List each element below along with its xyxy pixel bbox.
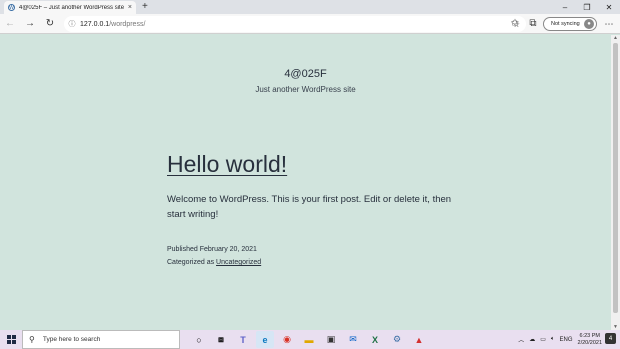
mail-icon[interactable]: ✉ bbox=[344, 331, 362, 348]
address-bar[interactable]: ⓘ 127.0.0.1/wordpress/ ☆ bbox=[64, 16, 526, 32]
profile-sync-button[interactable]: Not syncing ● bbox=[543, 17, 597, 31]
close-window-button[interactable]: ✕ bbox=[598, 0, 620, 14]
back-button[interactable]: ← bbox=[0, 14, 20, 34]
language-indicator[interactable]: ENG bbox=[560, 337, 573, 343]
wordpress-favicon-icon: W bbox=[8, 4, 15, 11]
tab-strip: W 4@025F – Just another WordPress site ×… bbox=[0, 0, 620, 14]
excel-icon[interactable]: X bbox=[366, 331, 384, 348]
post-title-link[interactable]: Hello world! bbox=[167, 151, 287, 178]
clock-time: 6:23 PM bbox=[579, 332, 600, 339]
post-body: Welcome to WordPress. This is your first… bbox=[167, 194, 452, 220]
teams-icon[interactable]: T bbox=[234, 331, 252, 348]
scroll-up-icon[interactable]: ▲ bbox=[611, 35, 620, 41]
edge-icon[interactable]: e bbox=[256, 331, 274, 348]
clock[interactable]: 6:23 PM 2/20/2021 bbox=[578, 333, 602, 347]
new-tab-button[interactable]: + bbox=[142, 1, 148, 14]
refresh-button[interactable]: ↻ bbox=[40, 14, 60, 34]
file-explorer-icon[interactable]: ▬ bbox=[300, 331, 318, 348]
taskbar-pinned-apps: ○ ⧈ T e ◉ ▬ ▣ ✉ X ⚙ ▲ bbox=[190, 331, 428, 348]
category-link[interactable]: Uncategorized bbox=[216, 259, 261, 266]
forward-button[interactable]: → bbox=[20, 14, 40, 34]
tab-close-button[interactable]: × bbox=[128, 4, 132, 11]
browser-toolbar: ← → ↻ ⓘ 127.0.0.1/wordpress/ ☆ ✩ ⧉ Not s… bbox=[0, 14, 620, 34]
page-scrollbar[interactable]: ▲ ▼ bbox=[611, 35, 620, 330]
chrome-icon[interactable]: ◉ bbox=[278, 331, 296, 348]
scroll-thumb[interactable] bbox=[613, 43, 618, 313]
taskbar-search[interactable]: ⚲ Type here to search bbox=[22, 330, 180, 349]
network-icon[interactable]: ▭ bbox=[540, 336, 546, 343]
cortana-icon[interactable]: ○ bbox=[190, 331, 208, 348]
site-description: Just another WordPress site bbox=[255, 85, 356, 94]
site-info-icon[interactable]: ⓘ bbox=[64, 19, 80, 29]
categorized-label: Categorized as bbox=[167, 259, 217, 266]
xampp-icon[interactable]: ⚙ bbox=[388, 331, 406, 348]
avatar-icon: ● bbox=[584, 19, 594, 29]
favorites-icon[interactable]: ✩ bbox=[505, 14, 525, 34]
tab-title: 4@025F – Just another WordPress site bbox=[19, 4, 125, 11]
web-page: 4@025F Just another WordPress site Hello… bbox=[0, 35, 611, 330]
tray-chevron-icon[interactable]: ︿ bbox=[518, 335, 524, 344]
search-placeholder: Type here to search bbox=[42, 336, 101, 343]
window-controls: – ❐ ✕ bbox=[554, 0, 620, 14]
search-icon: ⚲ bbox=[29, 335, 35, 344]
browser-tab[interactable]: W 4@025F – Just another WordPress site × bbox=[4, 1, 136, 14]
acrobat-icon[interactable]: ▲ bbox=[410, 331, 428, 348]
task-view-icon[interactable]: ⧈ bbox=[212, 331, 230, 348]
store-icon[interactable]: ▣ bbox=[322, 331, 340, 348]
system-tray: ︿ ☁ ▭ 🔈︎ ENG 6:23 PM 2/20/2021 bbox=[518, 330, 602, 349]
address-host: 127.0.0.1 bbox=[80, 20, 110, 28]
post-published-date: Published February 20, 2021 bbox=[167, 246, 257, 253]
restore-button[interactable]: ❐ bbox=[576, 0, 598, 14]
more-menu-icon[interactable]: ⋯ bbox=[602, 14, 616, 34]
post-categories: Categorized as Uncategorized bbox=[167, 259, 261, 266]
minimize-button[interactable]: – bbox=[554, 0, 576, 14]
onedrive-icon[interactable]: ☁ bbox=[529, 336, 535, 343]
site-title[interactable]: 4@025F bbox=[0, 68, 611, 80]
windows-logo-icon bbox=[6, 335, 16, 344]
address-path: /wordpress/ bbox=[109, 20, 146, 28]
start-button[interactable] bbox=[0, 330, 22, 349]
sync-label: Not syncing bbox=[551, 21, 580, 27]
volume-icon[interactable]: 🔈︎ bbox=[551, 336, 555, 343]
clock-date: 2/20/2021 bbox=[577, 339, 602, 346]
collections-icon[interactable]: ⧉ bbox=[523, 14, 543, 34]
notifications-button[interactable]: 4 bbox=[605, 333, 616, 344]
